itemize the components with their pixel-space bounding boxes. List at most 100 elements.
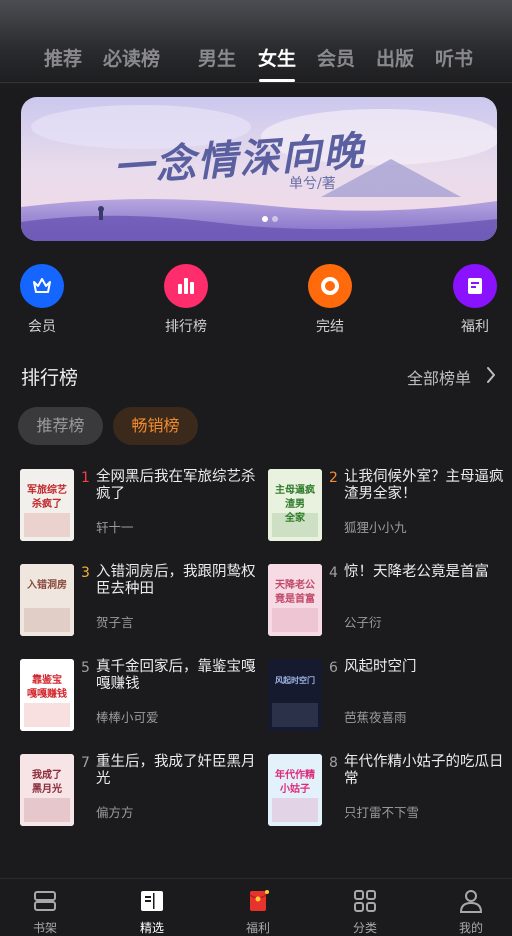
nav-label: 分类 xyxy=(352,921,377,935)
book-cover: 主母逼疯 渣男 全家 xyxy=(268,469,322,541)
svg-text:杀疯了: 杀疯了 xyxy=(32,497,62,510)
banner-dot-active xyxy=(262,216,268,222)
svg-text:小姑子: 小姑子 xyxy=(279,782,310,795)
svg-text:风起时空门: 风起时空门 xyxy=(275,675,315,685)
svg-text:嘎嘎赚钱: 嘎嘎赚钱 xyxy=(27,687,67,700)
book-author: 芭蕉夜喜雨 xyxy=(344,710,407,725)
svg-text:靠鉴宝: 靠鉴宝 xyxy=(32,673,62,686)
nav-category[interactable]: 分类 xyxy=(335,889,395,936)
nav-label: 我的 xyxy=(458,921,483,935)
book-item[interactable]: 军旅综艺 杀疯了 1 全网黑后我在军旅综艺杀疯了 轩十一 xyxy=(20,469,260,541)
book-open-icon xyxy=(141,891,163,911)
book-cover: 年代作精 小姑子 xyxy=(268,754,322,826)
nav-label: 福利 xyxy=(245,921,270,935)
book-item[interactable]: 靠鉴宝 嘎嘎赚钱 5 真千金回家后，靠鉴宝嘎嘎赚钱 棒棒小可爱 xyxy=(20,659,260,731)
book-title: 年代作精小姑子的吃瓜日常 xyxy=(344,754,504,787)
book-cover: 风起时空门 xyxy=(268,659,322,731)
bar-chart-icon xyxy=(164,264,208,308)
nav-welfare[interactable]: 福利 xyxy=(228,889,288,936)
nav-label: 精选 xyxy=(139,921,164,935)
book-item[interactable]: 入错洞房 3 入错洞房后，我跟阴鸷权臣去种田 贺子言 xyxy=(20,564,260,636)
tab-must-read[interactable]: 必读榜 xyxy=(103,44,160,71)
crown-icon xyxy=(20,264,64,308)
nav-label: 书架 xyxy=(32,921,57,935)
svg-text:渣男: 渣男 xyxy=(285,497,305,510)
book-rank: 7 xyxy=(81,755,90,771)
promo-banner[interactable]: 一念情深向晚 单兮/著 xyxy=(21,97,497,241)
book-item[interactable]: 年代作精 小姑子 8 年代作精小姑子的吃瓜日常 只打雷不下雪 xyxy=(268,754,508,826)
book-cover: 靠鉴宝 嘎嘎赚钱 xyxy=(20,659,74,731)
quick-link-ranking[interactable]: 排行榜 xyxy=(156,264,216,336)
book-rank: 2 xyxy=(329,470,338,486)
book-rank: 1 xyxy=(81,470,90,486)
tab-male[interactable]: 男生 xyxy=(198,44,236,71)
quick-link-welfare[interactable]: 福利 xyxy=(445,264,505,336)
svg-text:入错洞房: 入错洞房 xyxy=(27,578,67,591)
nav-profile[interactable]: 我的 xyxy=(441,889,501,936)
banner-author: 单兮/著 xyxy=(289,176,336,192)
nav-featured[interactable]: 精选 xyxy=(122,889,182,936)
bottom-navigation: 书架 精选 福利 分类 我的 xyxy=(0,878,512,936)
book-title: 重生后，我成了奸臣黑月光 xyxy=(96,754,256,787)
book-rank: 5 xyxy=(81,660,90,676)
book-rank: 3 xyxy=(81,565,90,581)
book-item[interactable]: 我成了 黑月光 7 重生后，我成了奸臣黑月光 偏方方 xyxy=(20,754,260,826)
svg-text:黑月光: 黑月光 xyxy=(32,782,62,795)
tab-female[interactable]: 女生 xyxy=(258,44,296,71)
book-cover: 入错洞房 xyxy=(20,564,74,636)
header-divider xyxy=(0,82,512,83)
book-cover: 天降老公 竟是首富 xyxy=(268,564,322,636)
svg-text:我成了: 我成了 xyxy=(32,768,62,781)
book-item[interactable]: 天降老公 竟是首富 4 惊！天降老公竟是首富 公子衍 xyxy=(268,564,508,636)
user-icon xyxy=(459,890,483,913)
bookshelf-icon xyxy=(34,891,56,911)
book-item[interactable]: 风起时空门 6 风起时空门 芭蕉夜喜雨 xyxy=(268,659,508,731)
tab-recommend[interactable]: 推荐 xyxy=(44,44,82,71)
svg-text:全家: 全家 xyxy=(284,511,306,524)
red-envelope-icon xyxy=(249,890,269,911)
quick-link-label: 福利 xyxy=(461,319,489,335)
book-title: 真千金回家后，靠鉴宝嘎嘎赚钱 xyxy=(96,659,256,692)
book-author: 棒棒小可爱 xyxy=(96,710,159,725)
book-rank: 4 xyxy=(329,565,338,581)
tab-publish[interactable]: 出版 xyxy=(376,44,414,71)
quick-link-finished[interactable]: 完结 xyxy=(300,264,360,336)
book-title: 入错洞房后，我跟阴鸷权臣去种田 xyxy=(96,564,256,597)
book-title: 风起时空门 xyxy=(344,659,417,675)
banner-pagination xyxy=(21,216,497,222)
ring-icon xyxy=(308,264,352,308)
category-tabs: 推荐 必读榜 男生 女生 会员 出版 听书 xyxy=(0,44,512,82)
book-cover: 军旅综艺 杀疯了 xyxy=(20,469,74,541)
book-rank: 6 xyxy=(329,660,338,676)
book-item[interactable]: 主母逼疯 渣男 全家 2 让我伺候外室？主母逼疯渣男全家！ 狐狸小小九 xyxy=(268,469,508,541)
book-author: 偏方方 xyxy=(96,805,134,820)
tab-audiobook[interactable]: 听书 xyxy=(435,44,473,71)
svg-text:年代作精: 年代作精 xyxy=(275,768,315,781)
svg-text:主母逼疯: 主母逼疯 xyxy=(275,483,315,496)
pill-recommend-ranking[interactable]: 推荐榜 xyxy=(18,407,103,445)
nav-bookshelf[interactable]: 书架 xyxy=(15,889,75,936)
book-author: 公子衍 xyxy=(344,615,382,630)
book-cover: 我成了 黑月光 xyxy=(20,754,74,826)
quick-link-vip[interactable]: 会员 xyxy=(12,264,72,336)
quick-link-label: 会员 xyxy=(28,319,56,335)
book-author: 轩十一 xyxy=(96,520,134,535)
quick-link-label: 完结 xyxy=(316,319,344,335)
svg-text:竟是首富: 竟是首富 xyxy=(274,592,315,605)
book-author: 只打雷不下雪 xyxy=(344,805,420,820)
svg-text:天降老公: 天降老公 xyxy=(275,578,315,591)
book-author: 狐狸小小九 xyxy=(344,520,407,535)
svg-text:军旅综艺: 军旅综艺 xyxy=(27,483,67,496)
grid-icon xyxy=(354,890,376,912)
pill-bestseller-ranking[interactable]: 畅销榜 xyxy=(113,407,198,445)
tab-vip[interactable]: 会员 xyxy=(317,44,355,71)
ranking-section-title: 排行榜 xyxy=(21,367,79,389)
all-rankings-link[interactable]: 全部榜单 xyxy=(407,365,471,389)
book-title: 让我伺候外室？主母逼疯渣男全家！ xyxy=(344,469,504,502)
book-title: 惊！天降老公竟是首富 xyxy=(344,564,489,580)
chevron-right-icon[interactable] xyxy=(485,365,497,385)
book-author: 贺子言 xyxy=(96,615,134,630)
quick-link-label: 排行榜 xyxy=(165,319,207,335)
bookmark-page-icon xyxy=(453,264,497,308)
banner-dot xyxy=(272,216,278,222)
